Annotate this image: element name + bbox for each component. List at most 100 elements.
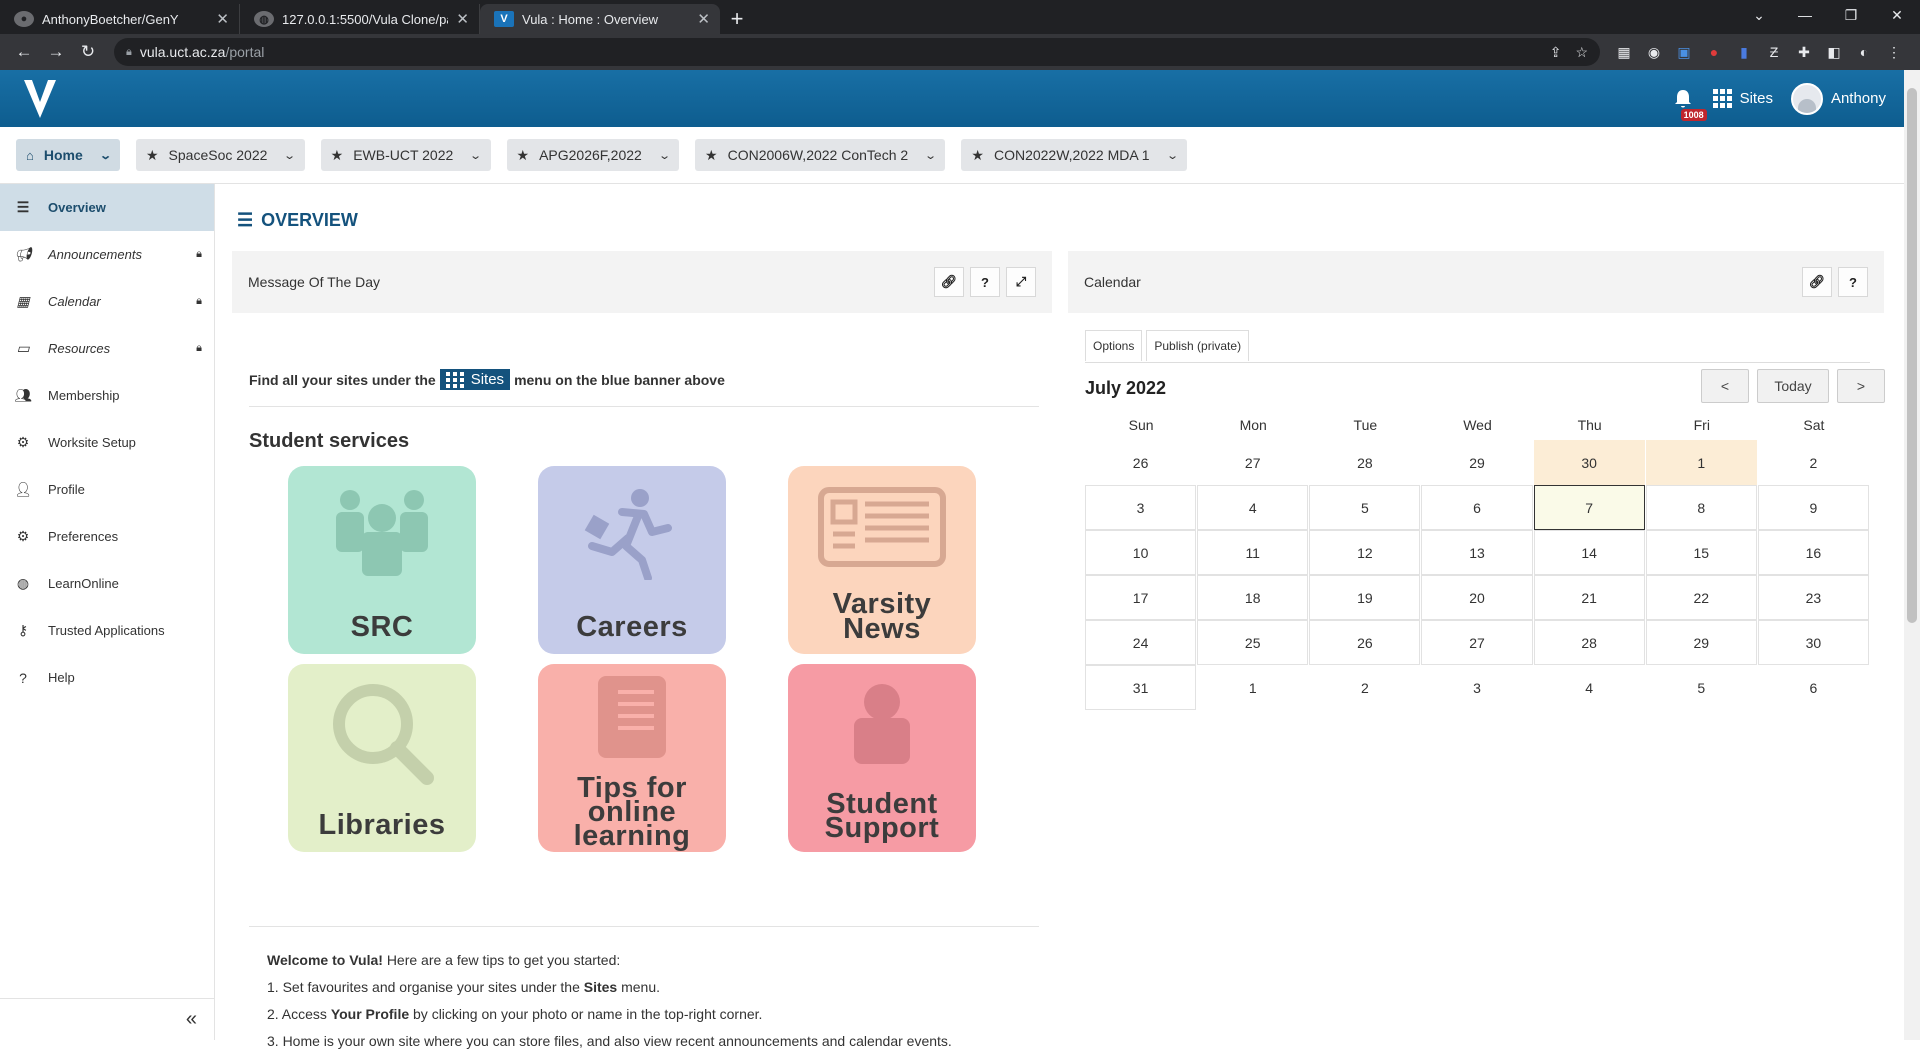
calendar-day[interactable]: 3 bbox=[1085, 485, 1197, 530]
sidebar-item-learnonline[interactable]: ◍ LearnOnline bbox=[0, 560, 214, 607]
calendar-day[interactable]: 6 bbox=[1758, 665, 1869, 710]
fav-site-button[interactable]: ★ EWB-UCT 2022 ⌄ bbox=[320, 139, 491, 171]
sites-menu-button[interactable]: Sites bbox=[1712, 89, 1773, 108]
star-icon[interactable]: ★ bbox=[705, 147, 718, 164]
user-menu-button[interactable]: Anthony bbox=[1790, 82, 1886, 115]
sidebar-item-announcements[interactable]: 📢︎ Announcements 🔒︎ bbox=[0, 231, 214, 278]
chevron-down-icon[interactable]: ⌄ bbox=[469, 149, 482, 162]
calendar-day[interactable]: 4 bbox=[1534, 665, 1645, 710]
chevron-down-icon[interactable]: ⌄ bbox=[284, 149, 297, 162]
extension-new-icon[interactable]: ▣ bbox=[1674, 42, 1694, 62]
notifications-bell-icon[interactable]: 1008 bbox=[1671, 87, 1707, 121]
scrollbar-thumb[interactable] bbox=[1907, 88, 1917, 623]
browser-tab[interactable]: ◍ 127.0.0.1:5500/Vula Clone/page1 ✕ bbox=[240, 4, 480, 34]
chevron-down-icon[interactable]: ⌄ bbox=[924, 149, 937, 162]
link-icon[interactable]: 🔗︎ bbox=[934, 267, 964, 297]
reload-button[interactable]: ↻ bbox=[74, 38, 102, 66]
fav-home-button[interactable]: ⌂ Home ⌄ bbox=[16, 139, 120, 171]
page-scrollbar[interactable] bbox=[1904, 70, 1920, 1040]
close-icon[interactable]: ✕ bbox=[216, 10, 229, 28]
minimize-button[interactable]: — bbox=[1782, 0, 1828, 30]
calendar-day[interactable]: 31 bbox=[1085, 665, 1197, 710]
calendar-day[interactable]: 23 bbox=[1757, 575, 1869, 620]
libraries-tile[interactable]: Libraries bbox=[288, 664, 476, 852]
calendar-day[interactable]: 2 bbox=[1758, 440, 1869, 485]
sidebar-item-trusted-applications[interactable]: ⚷ Trusted Applications bbox=[0, 607, 214, 654]
calendar-day[interactable]: 12 bbox=[1309, 530, 1421, 575]
sidebar-item-profile[interactable]: 👤︎ Profile bbox=[0, 466, 214, 513]
sidebar-item-help[interactable]: ? Help bbox=[0, 654, 214, 701]
tab-publish[interactable]: Publish (private) bbox=[1146, 330, 1250, 361]
chevron-down-icon[interactable]: ⌄ bbox=[658, 149, 671, 162]
forward-button[interactable]: → bbox=[42, 38, 70, 66]
calendar-day[interactable]: 6 bbox=[1421, 485, 1533, 530]
calendar-day[interactable]: 4 bbox=[1197, 485, 1309, 530]
sidebar-item-worksite-setup[interactable]: ⚙ Worksite Setup bbox=[0, 419, 214, 466]
sidebar-item-overview[interactable]: ☰ Overview bbox=[0, 184, 214, 231]
calendar-day[interactable]: 10 bbox=[1085, 530, 1197, 575]
calendar-day[interactable]: 8 bbox=[1645, 485, 1757, 530]
student-support-tile[interactable]: Student Support bbox=[788, 664, 976, 852]
extension-icon[interactable]: ▦ bbox=[1614, 42, 1634, 62]
calendar-day[interactable]: 18 bbox=[1197, 575, 1309, 620]
sidebar-item-membership[interactable]: 👥︎ Membership bbox=[0, 372, 214, 419]
calendar-day[interactable]: 29 bbox=[1421, 440, 1532, 485]
prev-month-button[interactable]: < bbox=[1701, 369, 1749, 403]
calendar-day[interactable]: 5 bbox=[1309, 485, 1421, 530]
camera-icon[interactable]: ◉ bbox=[1644, 42, 1664, 62]
calendar-day[interactable]: 13 bbox=[1421, 530, 1533, 575]
star-icon[interactable]: ★ bbox=[146, 147, 159, 164]
profile-icon[interactable]: ◐ bbox=[1854, 42, 1874, 62]
calendar-day[interactable]: 21 bbox=[1533, 575, 1645, 620]
menu-icon[interactable]: ⋮ bbox=[1884, 42, 1904, 62]
puzzle-icon[interactable]: ✚ bbox=[1794, 42, 1814, 62]
fav-site-button[interactable]: ★ APG2026F,2022 ⌄ bbox=[506, 139, 680, 171]
new-tab-button[interactable]: + bbox=[720, 4, 754, 34]
calendar-day[interactable]: 19 bbox=[1309, 575, 1421, 620]
calendar-day[interactable]: 26 bbox=[1309, 620, 1421, 665]
maximize-icon[interactable]: ⤢ bbox=[1006, 267, 1036, 297]
varsity-news-tile[interactable]: Varsity News bbox=[788, 466, 976, 654]
today-button[interactable]: Today bbox=[1757, 369, 1829, 403]
tips-online-learning-tile[interactable]: Tips for online learning bbox=[538, 664, 726, 852]
close-icon[interactable]: ✕ bbox=[697, 10, 710, 28]
calendar-day[interactable]: 7 bbox=[1533, 485, 1645, 530]
tab-search-icon[interactable]: ⌄ bbox=[1736, 0, 1782, 30]
chevron-down-icon[interactable]: ⌄ bbox=[1166, 149, 1179, 162]
calendar-day[interactable]: 20 bbox=[1421, 575, 1533, 620]
bookmark-star-icon[interactable]: ☆ bbox=[1575, 44, 1588, 61]
calendar-day[interactable]: 5 bbox=[1646, 665, 1757, 710]
calendar-day[interactable]: 14 bbox=[1533, 530, 1645, 575]
fav-site-button[interactable]: ★ SpaceSoc 2022 ⌄ bbox=[135, 139, 305, 171]
sidebar-item-calendar[interactable]: ▦ Calendar 🔒︎ bbox=[0, 278, 214, 325]
calendar-day[interactable]: 30 bbox=[1533, 440, 1645, 485]
calendar-day[interactable]: 16 bbox=[1757, 530, 1869, 575]
extension-blue-icon[interactable]: ▮ bbox=[1734, 42, 1754, 62]
calendar-day[interactable]: 25 bbox=[1197, 620, 1309, 665]
restore-button[interactable]: ❐ bbox=[1828, 0, 1874, 30]
help-button[interactable]: ? bbox=[970, 267, 1000, 297]
calendar-day[interactable]: 15 bbox=[1645, 530, 1757, 575]
help-button[interactable]: ? bbox=[1838, 267, 1868, 297]
fav-site-button[interactable]: ★ CON2022W,2022 MDA 1 ⌄ bbox=[961, 139, 1187, 171]
share-icon[interactable]: ⇪ bbox=[1550, 44, 1562, 61]
calendar-day[interactable]: 28 bbox=[1533, 620, 1645, 665]
url-input[interactable]: 🔒︎ vula.uct.ac.za/portal ⇪ ☆ bbox=[114, 38, 1600, 66]
calendar-day[interactable]: 9 bbox=[1757, 485, 1869, 530]
browser-tab[interactable]: ● AnthonyBoetcher/GenY ✕ bbox=[0, 4, 240, 34]
vula-logo[interactable] bbox=[18, 75, 62, 123]
close-icon[interactable]: ✕ bbox=[456, 10, 469, 28]
extension-red-icon[interactable]: ● bbox=[1704, 42, 1724, 62]
calendar-day[interactable]: 29 bbox=[1645, 620, 1757, 665]
fav-site-button[interactable]: ★ CON2006W,2022 ConTech 2 ⌄ bbox=[695, 139, 946, 171]
link-icon[interactable]: 🔗︎ bbox=[1802, 267, 1832, 297]
next-month-button[interactable]: > bbox=[1837, 369, 1885, 403]
calendar-day[interactable]: 28 bbox=[1309, 440, 1420, 485]
star-icon[interactable]: ★ bbox=[331, 147, 344, 164]
calendar-day[interactable]: 11 bbox=[1197, 530, 1309, 575]
sidebar-item-resources[interactable]: ▭ Resources 🔒︎ bbox=[0, 325, 214, 372]
calendar-day[interactable]: 17 bbox=[1085, 575, 1197, 620]
calendar-day[interactable]: 24 bbox=[1085, 620, 1197, 665]
src-tile[interactable]: SRC bbox=[288, 466, 476, 654]
calendar-day[interactable]: 26 bbox=[1085, 440, 1196, 485]
